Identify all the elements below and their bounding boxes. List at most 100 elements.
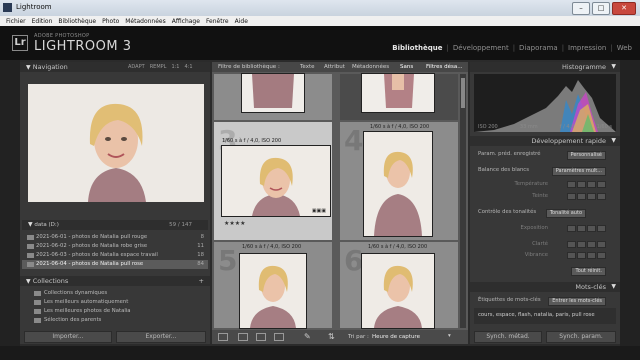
folder-item[interactable]: 2021-06-02 - photos de Natalia robe gris… [22,242,208,251]
white-balance-label: Balance des blancs [478,167,529,173]
folder-icon [27,253,34,258]
histogram-info: ISO 200 33 mm f / 4,0 1/60 s [478,124,612,130]
export-button[interactable]: Exporter... [116,331,206,343]
sort-direction-icon[interactable]: ⇅ [328,332,335,341]
exposure-steppers[interactable] [567,225,606,232]
folder-item[interactable]: 2021-06-03 - photos de Natalia espace tr… [22,251,208,260]
cell-exposure-info: 1/60 s à f / 4,0, ISO 200 [242,244,302,250]
filter-attribute[interactable]: Attribut [324,62,345,72]
vibrance-steppers[interactable] [567,252,606,259]
menu-affichage[interactable]: Affichage [172,18,200,25]
volume-header[interactable]: ▼ data (D:) 59 / 147 [22,220,208,230]
keywords-textarea[interactable]: cours, espace, flash, natalia, paris, pu… [474,308,616,324]
module-bibliotheque[interactable]: Bibliothèque [392,44,442,52]
star-rating[interactable]: ★★★★ [224,220,246,227]
histogram-aperture: f / 4,0 [559,124,575,130]
tint-label: Teinte [532,193,548,199]
folder-item-selected[interactable]: 2021-06-04 - photos de Natalia pull rose… [22,260,208,269]
white-balance-dropdown[interactable]: Paramètres mult... [551,167,606,176]
collections-header[interactable]: ▼ Collections + [20,276,210,286]
temperature-label: Température [514,181,548,187]
menu-bibliotheque[interactable]: Bibliothèque [58,18,96,25]
tint-steppers[interactable] [567,193,606,200]
temperature-row: Température [474,180,616,189]
photo-thumbnail[interactable] [362,74,434,112]
grid-cell[interactable]: 4 1/60 s à f / 4,0, ISO 200 [340,122,458,240]
zoom-adapt[interactable]: ADAPT [128,64,145,70]
quick-develop-title: Développement rapide [531,137,606,145]
survey-view-icon[interactable] [274,333,284,341]
saved-preset-dropdown[interactable]: Personnalisé [566,151,606,160]
grid-cell[interactable]: 6 1/60 s à f / 4,0, ISO 200 [340,242,458,328]
filter-metadata[interactable]: Métadonnées [352,62,389,72]
right-panel-toggle-strip[interactable] [620,60,640,360]
collection-set[interactable]: Collections dynamiques [22,289,208,298]
collection-icon [34,318,41,323]
folder-icon [27,244,34,249]
module-impression[interactable]: Impression [568,44,606,52]
keyword-tags-label: Étiquettes de mots-clés [478,297,541,303]
smart-collection-icon [34,300,41,305]
reset-all-button[interactable]: Tout réinit. [571,267,606,276]
filter-text[interactable]: Texte [300,62,315,72]
scrollbar-thumb[interactable] [461,78,465,108]
keyword-tags-dropdown[interactable]: Entrer les mots-clés [548,297,606,306]
sync-metadata-button[interactable]: Synch. métad. [474,331,542,343]
navigator-preview-image[interactable] [28,84,204,202]
collection-item[interactable]: Sélection des parents [22,316,208,325]
photo-thumbnail[interactable] [242,74,304,112]
close-button[interactable]: ✕ [612,2,636,15]
temperature-steppers[interactable] [567,181,606,188]
filter-preset-dropdown[interactable]: Filtres désa... [426,62,462,72]
folder-item[interactable]: 2021-06-01 - photos de Natalia pull roug… [22,233,208,242]
maximize-button[interactable]: □ [592,2,610,15]
photo-thumbnail[interactable] [364,132,432,236]
brand-title: LIGHTROOM 3 [34,39,132,54]
menu-photo[interactable]: Photo [102,18,119,25]
grid-cell[interactable]: 5 1/60 s à f / 4,0, ISO 200 [214,242,332,328]
menu-edition[interactable]: Edition [32,18,53,25]
histogram-focal: 33 mm [519,124,538,130]
grid-view-icon[interactable] [218,333,228,341]
filter-none[interactable]: Sans [400,62,413,72]
menu-fenetre[interactable]: Fenêtre [206,18,229,25]
grid-cell[interactable] [340,74,458,120]
sort-dropdown[interactable]: Heure de capture [372,334,420,340]
zoom-1-1[interactable]: 1:1 [171,64,179,70]
volume-stats: 59 / 147 [169,222,192,228]
photo-thumbnail[interactable] [222,146,330,216]
menu-metadonnees[interactable]: Métadonnées [125,18,166,25]
grid-cell-selected[interactable]: 3 1/60 s à f / 4,0, ISO 200 5 ★★★★ ▣▣▣ [214,122,332,240]
chevron-down-icon[interactable]: ▾ [448,333,451,339]
minimize-button[interactable]: – [572,2,590,15]
add-collection-icon[interactable]: + [199,276,204,286]
zoom-rempl[interactable]: REMPL [150,64,167,70]
sync-settings-button[interactable]: Synch. param. [546,331,616,343]
module-web[interactable]: Web [617,44,632,52]
keyword-tags-row: Étiquettes de mots-clés Entrer les mots-… [474,296,616,306]
auto-tone-button[interactable]: Tonalité auto [545,209,586,218]
photo-thumbnail[interactable] [362,254,434,328]
folder-count: 8 [200,234,204,240]
collection-item[interactable]: Les meilleures photos de Natalia [22,307,208,316]
module-developpement[interactable]: Développement [453,44,509,52]
histogram-header[interactable]: Histogramme ▼ [470,62,620,72]
library-filter-bar: Filtre de bibliothèque : Texte Attribut … [212,62,468,72]
import-button[interactable]: Importer... [24,331,112,343]
painter-icon[interactable]: ✎ [304,332,311,341]
grid-cell[interactable] [214,74,332,120]
menu-fichier[interactable]: Fichier [6,18,26,25]
compare-view-icon[interactable] [256,333,266,341]
zoom-4-1[interactable]: 4:1 [184,64,192,70]
left-panel-toggle-strip[interactable] [0,60,20,360]
loupe-view-icon[interactable] [238,333,248,341]
menu-aide[interactable]: Aide [235,18,248,25]
collection-item[interactable]: Les meilleurs automatiquement [22,298,208,307]
photo-thumbnail[interactable] [240,254,306,328]
module-diaporama[interactable]: Diaporama [519,44,558,52]
grid-scrollbar[interactable] [460,74,466,328]
histogram-iso: ISO 200 [478,124,498,130]
quick-develop-header[interactable]: Développement rapide ▼ [470,136,620,146]
clarity-steppers[interactable] [567,241,606,248]
keywords-header[interactable]: Mots-clés ▼ [470,282,620,292]
